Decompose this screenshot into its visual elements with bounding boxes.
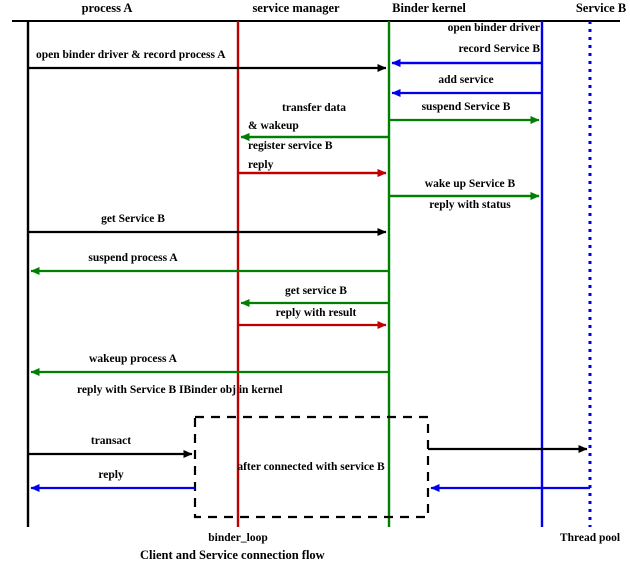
message-label-m7: & wakeup bbox=[248, 120, 299, 132]
message-label-m15: reply with result bbox=[275, 307, 357, 319]
footer-label-binder-loop: binder_loop bbox=[208, 532, 268, 544]
diagram-caption: Client and Service connection flow bbox=[140, 548, 325, 562]
message-label-m16: wakeup process A bbox=[89, 353, 177, 365]
message-label-m18: transact bbox=[90, 435, 132, 447]
participant-header-process-a: process A bbox=[81, 1, 133, 15]
message-label-m1: open binder driver & record process A bbox=[36, 49, 226, 61]
message-label-m6: transfer data bbox=[282, 102, 346, 114]
message-label-m2: open binder driver bbox=[447, 22, 540, 34]
message-label-m10: wake up Service B bbox=[424, 178, 516, 190]
message-label-m14: get service B bbox=[285, 285, 347, 297]
participant-header-binder-kernel: Binder kernel bbox=[392, 1, 466, 15]
message-label-m4: add service bbox=[438, 74, 494, 86]
sequence-diagram: process A service manager Binder kernel Ser… bbox=[0, 0, 630, 569]
message-label-m8: register service B bbox=[248, 140, 333, 152]
lifelines-layer bbox=[26, 21, 592, 527]
region-box-label: after connected with service B bbox=[237, 461, 385, 473]
footer-label-thread-pool: Thread pool bbox=[559, 532, 621, 544]
participant-header-service-b: Service B bbox=[575, 1, 627, 15]
message-label-m13: suspend process A bbox=[88, 252, 178, 264]
message-label-m3: record Service B bbox=[458, 43, 540, 55]
message-label-m11: reply with status bbox=[429, 199, 511, 211]
message-label-m9: reply bbox=[248, 159, 274, 171]
message-label-m17: reply with Service B IBinder obj in kern… bbox=[77, 384, 283, 396]
message-label-m12: get Service B bbox=[101, 213, 165, 225]
messages-layer bbox=[28, 59, 590, 492]
message-label-m5: suspend Service B bbox=[421, 101, 511, 113]
message-label-m20: reply bbox=[98, 469, 124, 481]
participant-header-service-manager: service manager bbox=[252, 1, 340, 15]
